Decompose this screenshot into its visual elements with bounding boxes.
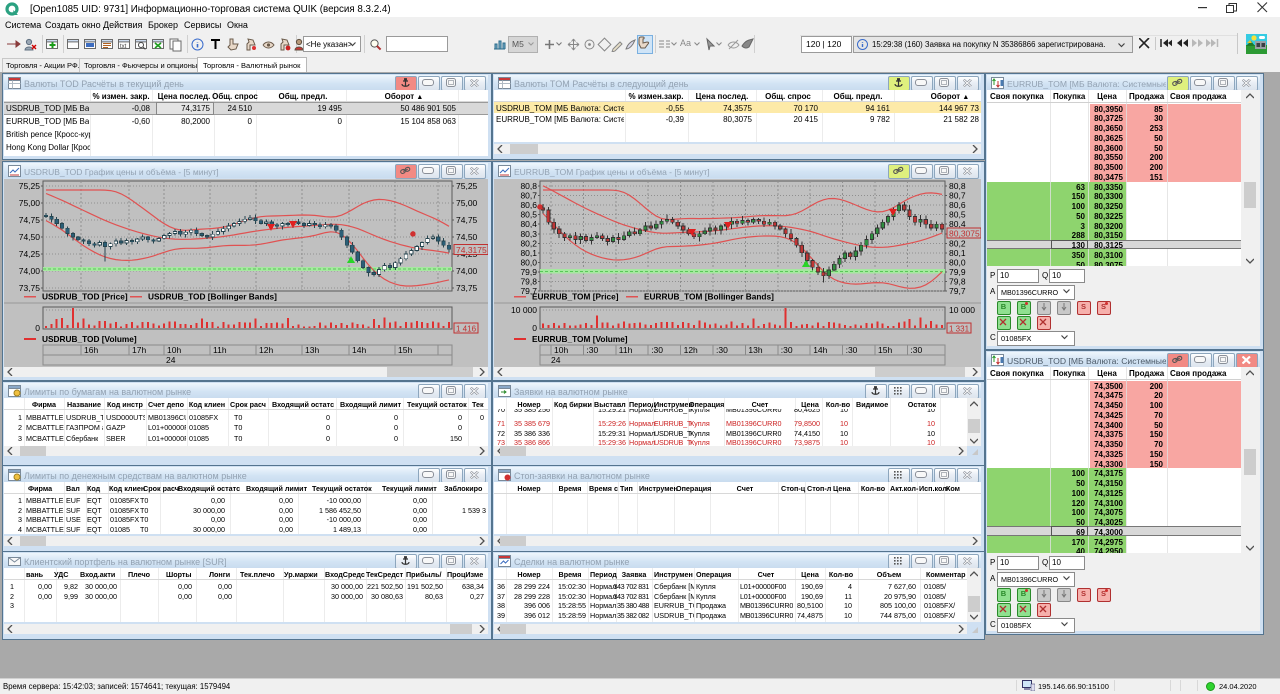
svg-text:10h: 10h xyxy=(167,345,181,355)
svg-text:80,4: 80,4 xyxy=(520,219,537,229)
svg-text::30: :30 xyxy=(586,345,598,355)
svg-text:75,25: 75,25 xyxy=(456,181,478,191)
svg-text::30: :30 xyxy=(716,345,728,355)
svg-text:14h: 14h xyxy=(813,345,827,355)
svg-text:80,1: 80,1 xyxy=(520,248,537,258)
svg-text:74,75: 74,75 xyxy=(19,215,41,225)
svg-text:txt: txt xyxy=(120,44,127,50)
svg-text:17h: 17h xyxy=(132,345,146,355)
svg-text::30: :30 xyxy=(781,345,793,355)
svg-text:79,8: 79,8 xyxy=(520,277,537,287)
svg-text:80,8: 80,8 xyxy=(949,181,966,191)
svg-text:12h: 12h xyxy=(259,345,273,355)
svg-text:80,7: 80,7 xyxy=(949,191,966,201)
svg-text:80,6: 80,6 xyxy=(949,200,966,210)
svg-text:80,7: 80,7 xyxy=(520,191,537,201)
svg-text:USDRUB_TOD [Price]: USDRUB_TOD [Price] xyxy=(42,292,128,302)
svg-text:80,0: 80,0 xyxy=(520,257,537,267)
svg-text:80,3075: 80,3075 xyxy=(949,229,980,239)
svg-text:10h: 10h xyxy=(554,345,568,355)
svg-text:80,3: 80,3 xyxy=(520,229,537,239)
svg-text:EURRUB_TOM [Volume]: EURRUB_TOM [Volume] xyxy=(532,334,628,344)
svg-text:73,75: 73,75 xyxy=(456,283,478,293)
svg-text:75,00: 75,00 xyxy=(456,198,478,208)
svg-text:75,25: 75,25 xyxy=(19,181,41,191)
svg-text:24: 24 xyxy=(166,355,176,365)
svg-text:11h: 11h xyxy=(213,345,227,355)
svg-text:16h: 16h xyxy=(84,345,98,355)
svg-text:79,7: 79,7 xyxy=(949,286,966,296)
svg-text:80,2: 80,2 xyxy=(520,238,537,248)
svg-text:74,50: 74,50 xyxy=(456,232,478,242)
svg-text:80,5: 80,5 xyxy=(949,210,966,220)
svg-text:79,9: 79,9 xyxy=(949,267,966,277)
svg-text:73,75: 73,75 xyxy=(19,283,41,293)
svg-text:80,0: 80,0 xyxy=(949,257,966,267)
svg-text:1 416: 1 416 xyxy=(456,325,477,334)
svg-text:74,00: 74,00 xyxy=(456,266,478,276)
svg-text:14h: 14h xyxy=(352,345,366,355)
svg-text:15h: 15h xyxy=(398,345,412,355)
svg-text:USDRUB_TOD [Volume]: USDRUB_TOD [Volume] xyxy=(42,334,137,344)
svg-text::30: :30 xyxy=(910,345,922,355)
svg-text:24: 24 xyxy=(551,355,561,365)
svg-text:11h: 11h xyxy=(619,345,633,355)
svg-text:10 000: 10 000 xyxy=(949,305,975,315)
svg-text:79,9: 79,9 xyxy=(520,267,537,277)
svg-text:80,8: 80,8 xyxy=(520,181,537,191)
svg-text:13h: 13h xyxy=(305,345,319,355)
svg-text::30: :30 xyxy=(846,345,858,355)
svg-text:80,6: 80,6 xyxy=(520,200,537,210)
svg-text:80,2: 80,2 xyxy=(949,238,966,248)
svg-text:80,1: 80,1 xyxy=(949,248,966,258)
svg-text:74,3175: 74,3175 xyxy=(456,245,487,255)
svg-text:0: 0 xyxy=(35,323,40,333)
svg-text:13h: 13h xyxy=(748,345,762,355)
svg-text:74,00: 74,00 xyxy=(19,266,41,276)
svg-text:12h: 12h xyxy=(684,345,698,355)
svg-text:74,50: 74,50 xyxy=(19,232,41,242)
svg-text:10 000: 10 000 xyxy=(511,305,537,315)
svg-text:79,8: 79,8 xyxy=(949,277,966,287)
svg-text:74,25: 74,25 xyxy=(19,249,41,259)
svg-text:74,75: 74,75 xyxy=(456,215,478,225)
svg-text:15h: 15h xyxy=(878,345,892,355)
svg-text:75,00: 75,00 xyxy=(19,198,41,208)
svg-text:1 331: 1 331 xyxy=(949,325,970,334)
svg-text:0: 0 xyxy=(532,323,537,333)
svg-text:EURRUB_TOM [Price]: EURRUB_TOM [Price] xyxy=(532,292,619,302)
svg-text:USDRUB_TOD [Bollinger Bands]: USDRUB_TOD [Bollinger Bands] xyxy=(148,292,277,302)
svg-text::30: :30 xyxy=(651,345,663,355)
svg-text:EURRUB_TOM [Bollinger Bands]: EURRUB_TOM [Bollinger Bands] xyxy=(644,292,774,302)
svg-text:80,5: 80,5 xyxy=(520,210,537,220)
